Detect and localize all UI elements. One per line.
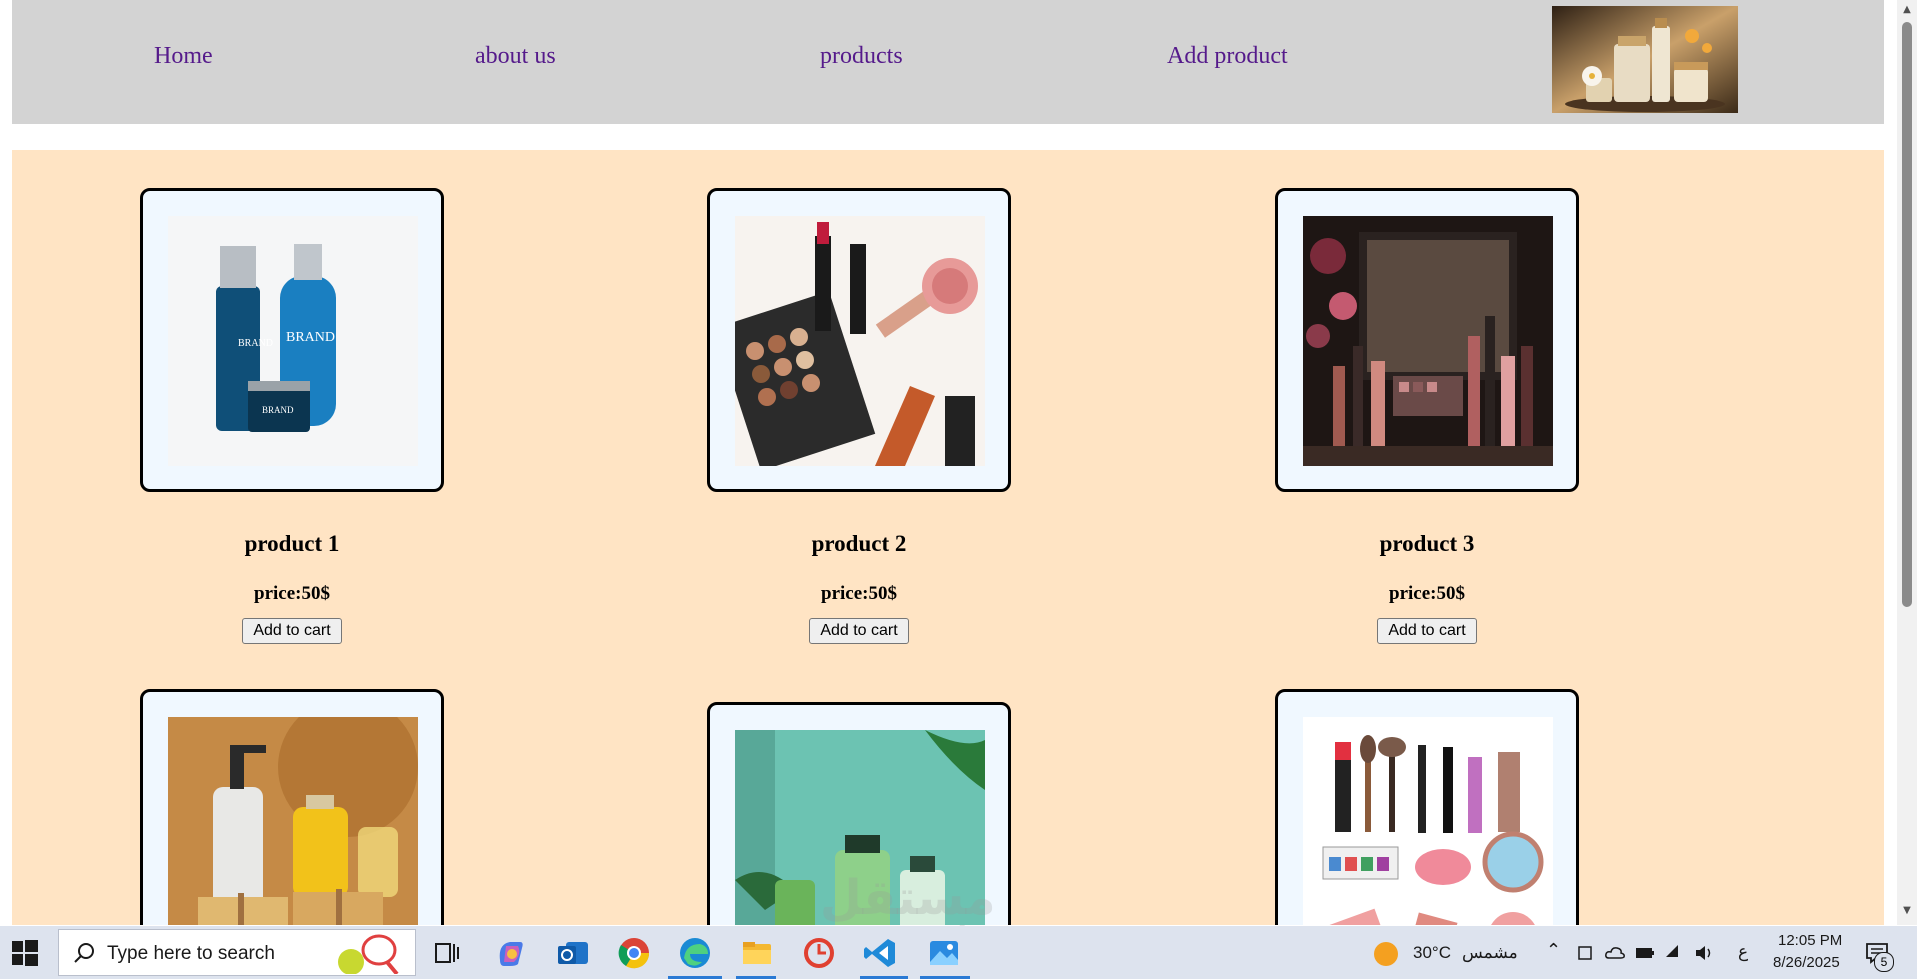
copilot-icon[interactable] bbox=[492, 934, 530, 972]
weather-temperature[interactable]: 30°C bbox=[1413, 943, 1451, 963]
add-to-cart-button[interactable]: Add to cart bbox=[242, 618, 342, 644]
weather-description[interactable]: مشمس bbox=[1462, 943, 1518, 963]
battery-icon[interactable] bbox=[1634, 943, 1656, 963]
svg-text:BRAND: BRAND bbox=[262, 405, 294, 415]
speaker-icon[interactable] bbox=[1694, 943, 1716, 963]
scrollbar-thumb[interactable] bbox=[1902, 22, 1912, 607]
svg-text:BRAND: BRAND bbox=[286, 330, 335, 345]
notification-count-badge: 5 bbox=[1874, 952, 1894, 972]
navbar: Home about us products Add product bbox=[12, 0, 1884, 124]
edge-icon[interactable] bbox=[676, 934, 714, 972]
clock-time[interactable]: 12:05 PM bbox=[1778, 932, 1842, 949]
product-image-frame: BRAND BRAND BRAND bbox=[140, 188, 444, 492]
file-explorer-icon[interactable] bbox=[738, 934, 776, 972]
photos-icon[interactable] bbox=[925, 934, 963, 972]
nav-add-product-link[interactable]: Add product bbox=[1167, 43, 1288, 70]
svg-text:BRAND: BRAND bbox=[238, 338, 273, 349]
windows-start-icon[interactable] bbox=[12, 940, 38, 966]
recovery-app-icon[interactable] bbox=[800, 934, 838, 972]
product-image-frame bbox=[707, 188, 1011, 492]
sun-weather-icon[interactable] bbox=[1373, 941, 1399, 967]
search-icon bbox=[74, 943, 94, 963]
scroll-up-arrow-icon[interactable]: ▲ bbox=[1901, 4, 1913, 16]
makeup-icons-image bbox=[1303, 717, 1553, 925]
products-section: BRAND BRAND BRAND product 1 price:50$ Ad… bbox=[12, 150, 1884, 925]
nav-home-link[interactable]: Home bbox=[154, 43, 213, 70]
clock-date[interactable]: 8/26/2025 bbox=[1773, 954, 1840, 971]
add-to-cart-button[interactable]: Add to cart bbox=[809, 618, 909, 644]
search-placeholder: Type here to search bbox=[107, 943, 275, 964]
input-language-indicator[interactable]: ع bbox=[1738, 942, 1748, 962]
vscode-icon[interactable] bbox=[862, 934, 900, 972]
product-name: product 2 bbox=[811, 531, 907, 556]
browser-page: Home about us products Add product BRAND… bbox=[0, 0, 1897, 925]
outlook-icon[interactable] bbox=[554, 934, 592, 972]
wifi-icon[interactable] bbox=[1664, 943, 1686, 963]
makeup-palette-image bbox=[735, 216, 985, 466]
taskbar-search-box[interactable]: Type here to search bbox=[58, 929, 416, 976]
nav-products-link[interactable]: products bbox=[820, 43, 903, 70]
windows-taskbar: Type here to search 30°C مشمس ⌃ ع 12:05 … bbox=[0, 926, 1917, 979]
logo-image bbox=[1552, 6, 1738, 113]
task-view-icon[interactable] bbox=[428, 934, 466, 972]
chrome-icon[interactable] bbox=[615, 934, 653, 972]
add-to-cart-button[interactable]: Add to cart bbox=[1377, 618, 1477, 644]
vanity-makeup-image bbox=[1303, 216, 1553, 466]
show-hidden-icons-chevron-icon[interactable]: ⌃ bbox=[1546, 940, 1561, 961]
product-price: price:50$ bbox=[821, 583, 897, 604]
tennis-icon bbox=[338, 934, 399, 974]
watermark: مستقل bbox=[820, 870, 996, 926]
onedrive-cloud-icon[interactable] bbox=[1604, 943, 1626, 963]
product-price: price:50$ bbox=[1389, 583, 1465, 604]
soap-bottles-image bbox=[168, 717, 418, 925]
meet-now-icon[interactable] bbox=[1576, 943, 1596, 963]
product-price: price:50$ bbox=[254, 583, 330, 604]
product-image-frame bbox=[140, 689, 444, 925]
scroll-down-arrow-icon[interactable]: ▼ bbox=[1901, 905, 1913, 917]
blue-bottles-image: BRAND BRAND BRAND bbox=[168, 216, 418, 466]
product-name: product 1 bbox=[244, 531, 340, 556]
nav-about-link[interactable]: about us bbox=[475, 43, 556, 70]
vertical-scrollbar[interactable]: ▲ ▼ bbox=[1897, 0, 1917, 925]
product-image-frame bbox=[1275, 689, 1579, 925]
product-name: product 3 bbox=[1379, 531, 1475, 556]
product-image-frame bbox=[1275, 188, 1579, 492]
